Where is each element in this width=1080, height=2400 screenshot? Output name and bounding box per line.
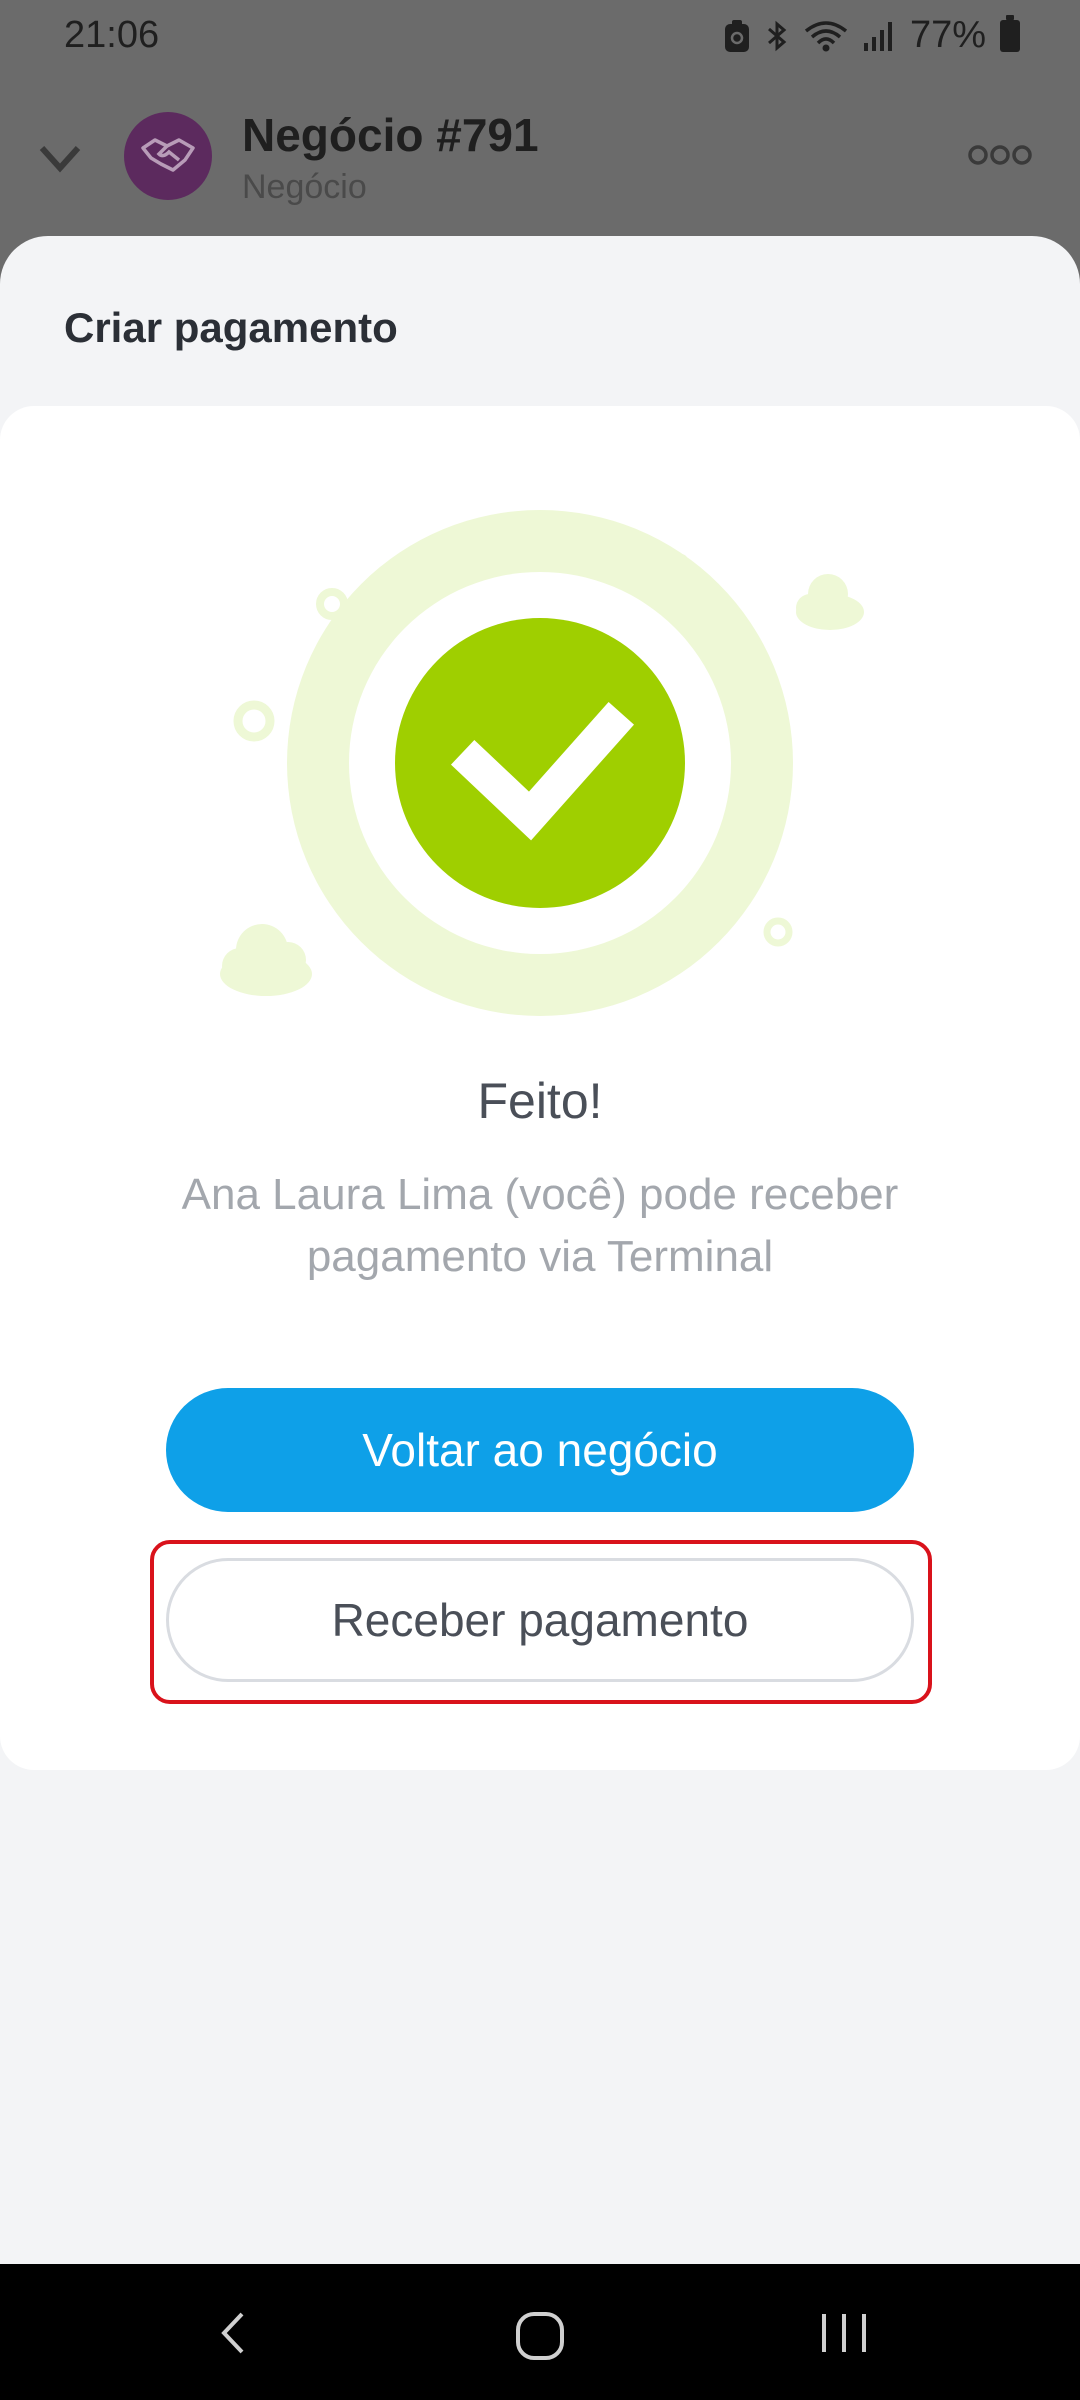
done-title: Feito! xyxy=(477,1073,603,1129)
chevron-down-icon[interactable] xyxy=(36,138,84,178)
handshake-icon xyxy=(141,138,195,172)
recent-apps-icon[interactable] xyxy=(816,2308,872,2358)
back-to-deal-button[interactable]: Voltar ao negócio xyxy=(166,1388,914,1512)
signal-icon xyxy=(863,21,892,51)
status-time: 21:06 xyxy=(64,14,160,56)
wifi-icon xyxy=(804,20,848,51)
system-nav-bar xyxy=(0,2264,1080,2400)
check-icon xyxy=(395,618,685,908)
deal-subtitle: Negócio xyxy=(242,168,367,206)
success-card: Feito! Ana Laura Lima (você) pode recebe… xyxy=(0,406,1080,1770)
more-options-icon[interactable] xyxy=(968,142,1032,168)
success-illustration xyxy=(220,510,864,1016)
deal-header: Negócio #791 Negócio xyxy=(0,80,1080,230)
battery-percent: 77% xyxy=(909,14,986,56)
bluetooth-icon xyxy=(767,20,787,51)
done-description: Ana Laura Lima (você) pode receber pagam… xyxy=(181,1170,899,1281)
receive-payment-button[interactable]: Receber pagamento xyxy=(166,1558,914,1682)
status-icons: 77% xyxy=(724,14,1020,57)
screen: 21:06 77% Negócio #791 Negócio Criar pag… xyxy=(0,0,1080,2400)
back-icon[interactable] xyxy=(210,2308,260,2358)
home-icon[interactable] xyxy=(512,2308,568,2364)
deal-title: Negócio #791 xyxy=(242,109,539,161)
status-bar: 21:06 77% xyxy=(0,0,1080,72)
create-payment-sheet: Criar pagamento Feito! Ana Laura Lima (v… xyxy=(0,236,1080,2264)
avatar xyxy=(124,112,212,200)
app-notification-icon xyxy=(724,19,749,52)
battery-icon xyxy=(1000,14,1020,52)
sheet-title: Criar pagamento xyxy=(64,304,398,351)
